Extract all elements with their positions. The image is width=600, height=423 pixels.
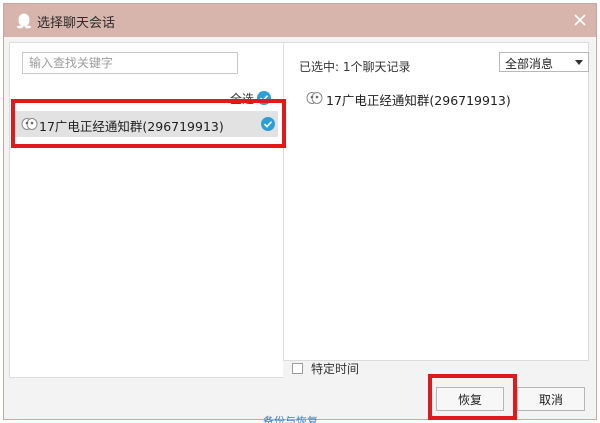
check-icon[interactable]	[261, 117, 275, 131]
check-icon	[257, 91, 272, 105]
restore-button[interactable]: 恢复	[436, 387, 504, 411]
cancel-button[interactable]: 取消	[517, 387, 585, 411]
search-input[interactable]	[22, 52, 238, 74]
penguin-icon	[16, 12, 32, 29]
select-all-toggle[interactable]: 全选	[230, 90, 272, 106]
select-chat-dialog: 选择聊天会话 全选	[3, 3, 597, 420]
message-filter-dropdown[interactable]: 全部消息	[499, 52, 589, 72]
selected-chat-name: 17广电正经通知群(296719913)	[326, 93, 511, 108]
selected-count-label: 已选中: 1个聊天记录	[299, 60, 411, 74]
title-bar[interactable]: 选择聊天会话	[4, 4, 596, 37]
select-all-label: 全选	[230, 91, 255, 106]
chat-list-panel: 全选 17广电正经通知群(296719913)	[9, 42, 284, 378]
close-icon[interactable]	[572, 12, 588, 28]
background-link-fragment: 备份与恢复	[263, 415, 318, 423]
screenshot-frame: 选择聊天会话 全选	[0, 0, 600, 423]
group-chat-icon	[21, 116, 38, 132]
chat-name: 17广电正经通知群(296719913)	[39, 119, 224, 134]
specific-time-checkbox[interactable]	[292, 362, 303, 374]
specific-time-label: 特定时间	[311, 361, 360, 376]
chat-list-item[interactable]: 17广电正经通知群(296719913)	[15, 111, 278, 137]
specific-time-option[interactable]: 特定时间	[292, 361, 360, 376]
selected-chats-panel: 已选中: 1个聊天记录 全部消息 17广电正经通知群(296719913)	[283, 42, 589, 378]
chevron-down-icon	[575, 60, 583, 65]
dialog-title: 选择聊天会话	[37, 16, 116, 31]
group-chat-icon	[306, 90, 323, 106]
message-filter-value: 全部消息	[505, 57, 554, 71]
